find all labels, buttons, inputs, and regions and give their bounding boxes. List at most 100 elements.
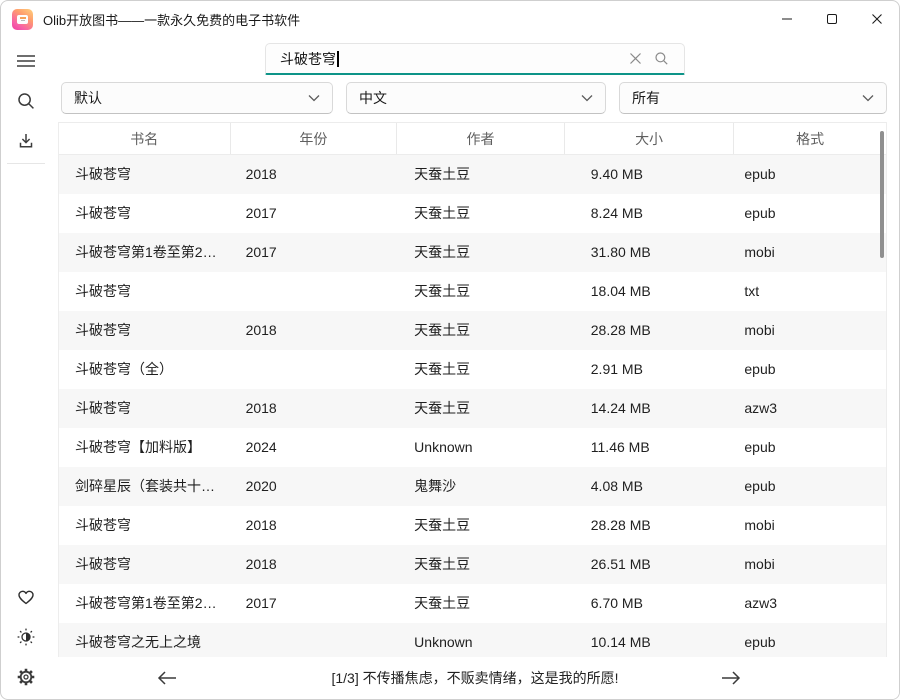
header-year[interactable]: 年份: [230, 123, 397, 154]
maximize-icon: [826, 13, 838, 25]
brightness-icon: [16, 627, 36, 647]
pagination-footer: [1/3] 不传播焦虑，不贩卖情绪，这是我的所愿!: [51, 657, 899, 699]
close-icon: [871, 13, 883, 25]
clear-search-button[interactable]: [622, 46, 648, 72]
table-row[interactable]: 斗破苍穹之无上之境Unknown10.14 MBepub: [59, 623, 886, 659]
window-title: Olib开放图书——一款永久免费的电子书软件: [43, 10, 300, 29]
format-dropdown-value: 所有: [632, 88, 862, 108]
cell-year: 2018: [230, 155, 397, 194]
cell-author: 天蚕土豆: [396, 311, 564, 350]
cell-format: azw3: [733, 584, 886, 623]
cell-year: 2018: [230, 311, 397, 350]
window-controls: [764, 1, 899, 37]
chevron-down-icon: [581, 94, 593, 102]
vertical-scrollbar-thumb[interactable]: [880, 131, 884, 258]
format-dropdown[interactable]: 所有: [619, 82, 887, 114]
table-row[interactable]: 斗破苍穹第1卷至第2…2017天蚕土豆6.70 MBazw3: [59, 584, 886, 623]
cell-author: 天蚕土豆: [396, 350, 564, 389]
close-button[interactable]: [854, 1, 899, 37]
table-row[interactable]: 斗破苍穹第1卷至第2…2017天蚕土豆31.80 MBmobi: [59, 233, 886, 272]
cell-author: 天蚕土豆: [396, 272, 564, 311]
header-format[interactable]: 格式: [733, 123, 886, 154]
table-row[interactable]: 斗破苍穹2018天蚕土豆26.51 MBmobi: [59, 545, 886, 584]
cell-size: 2.91 MB: [564, 350, 734, 389]
cell-format: mobi: [733, 233, 886, 272]
next-page-button[interactable]: [711, 663, 751, 693]
table-row[interactable]: 斗破苍穹天蚕土豆18.04 MBtxt: [59, 272, 886, 311]
download-icon: [16, 131, 36, 151]
cell-author: 鬼舞沙: [396, 467, 564, 506]
cell-size: 4.08 MB: [564, 467, 734, 506]
header-book-title[interactable]: 书名: [59, 123, 230, 154]
table-row[interactable]: 剑碎星辰（套装共十…2020鬼舞沙4.08 MBepub: [59, 467, 886, 506]
table-row[interactable]: 斗破苍穹2018天蚕土豆28.28 MBmobi: [59, 311, 886, 350]
sort-dropdown[interactable]: 默认: [61, 82, 333, 114]
cell-author: 天蚕土豆: [396, 545, 564, 584]
cell-size: 9.40 MB: [564, 155, 734, 194]
cell-size: 31.80 MB: [564, 233, 734, 272]
cell-year: [230, 623, 397, 659]
language-dropdown[interactable]: 中文: [346, 82, 606, 114]
cell-author: 天蚕土豆: [396, 389, 564, 428]
clear-icon: [629, 52, 642, 65]
cell-format: epub: [733, 155, 886, 194]
downloads-button[interactable]: [6, 121, 46, 161]
maximize-button[interactable]: [809, 1, 854, 37]
table-body: 斗破苍穹2018天蚕土豆9.40 MBepub斗破苍穹2017天蚕土豆8.24 …: [59, 155, 886, 659]
table-row[interactable]: 斗破苍穹2018天蚕土豆9.40 MBepub: [59, 155, 886, 194]
cell-author: 天蚕土豆: [396, 194, 564, 233]
table-row[interactable]: 斗破苍穹【加料版】2024Unknown11.46 MBepub: [59, 428, 886, 467]
table-row[interactable]: 斗破苍穹2017天蚕土豆8.24 MBepub: [59, 194, 886, 233]
cell-size: 10.14 MB: [564, 623, 734, 659]
table-row[interactable]: 斗破苍穹2018天蚕土豆14.24 MBazw3: [59, 389, 886, 428]
cell-author: Unknown: [396, 428, 564, 467]
cell-year: [230, 272, 397, 311]
cell-format: txt: [733, 272, 886, 311]
cell-book: 斗破苍穹【加料版】: [59, 428, 230, 467]
cell-format: mobi: [733, 506, 886, 545]
cell-format: epub: [733, 467, 886, 506]
cell-author: Unknown: [396, 623, 564, 659]
settings-button[interactable]: [6, 657, 46, 697]
cell-author: 天蚕土豆: [396, 584, 564, 623]
cell-year: 2017: [230, 584, 397, 623]
prev-page-button[interactable]: [147, 663, 187, 693]
cell-year: 2017: [230, 194, 397, 233]
minimize-button[interactable]: [764, 1, 809, 37]
cell-year: 2018: [230, 545, 397, 584]
cell-format: epub: [733, 350, 886, 389]
cell-year: 2020: [230, 467, 397, 506]
cell-book: 斗破苍穹: [59, 155, 230, 194]
cell-year: 2018: [230, 506, 397, 545]
search-submit-button[interactable]: [648, 46, 674, 72]
table-row[interactable]: 斗破苍穹2018天蚕土豆28.28 MBmobi: [59, 506, 886, 545]
cell-book: 斗破苍穹第1卷至第2…: [59, 233, 230, 272]
titlebar: Olib开放图书——一款永久免费的电子书软件: [1, 1, 899, 37]
page-status-text: [1/3] 不传播焦虑，不贩卖情绪，这是我的所愿!: [331, 668, 618, 688]
search-nav-button[interactable]: [6, 81, 46, 121]
results-table: 书名 年份 作者 大小 格式 斗破苍穹2018天蚕土豆9.40 MBepub斗破…: [58, 122, 887, 657]
cell-book: 斗破苍穹: [59, 194, 230, 233]
search-input[interactable]: 斗破苍穹: [265, 43, 685, 75]
cell-book: 斗破苍穹: [59, 545, 230, 584]
cell-author: 天蚕土豆: [396, 155, 564, 194]
cell-year: 2018: [230, 389, 397, 428]
gear-icon: [16, 667, 36, 687]
menu-button[interactable]: [6, 41, 46, 81]
arrow-right-icon: [719, 669, 743, 687]
table-row[interactable]: 斗破苍穹（全）天蚕土豆2.91 MBepub: [59, 350, 886, 389]
chevron-down-icon: [862, 94, 874, 102]
cell-year: 2024: [230, 428, 397, 467]
cell-book: 斗破苍穹: [59, 389, 230, 428]
cell-size: 18.04 MB: [564, 272, 734, 311]
cell-format: epub: [733, 194, 886, 233]
header-author[interactable]: 作者: [396, 123, 564, 154]
sidebar: [1, 37, 51, 699]
language-dropdown-value: 中文: [359, 88, 581, 108]
header-size[interactable]: 大小: [564, 123, 734, 154]
cell-format: mobi: [733, 311, 886, 350]
cell-size: 8.24 MB: [564, 194, 734, 233]
cell-year: [230, 350, 397, 389]
theme-toggle-button[interactable]: [6, 617, 46, 657]
favorites-button[interactable]: [6, 577, 46, 617]
